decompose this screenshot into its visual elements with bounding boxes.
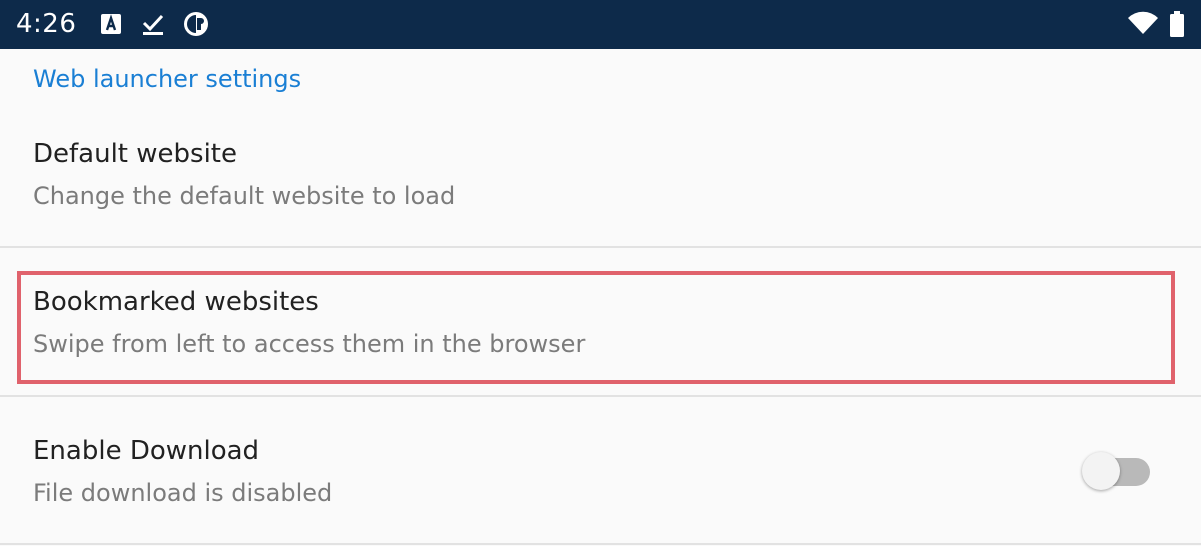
pref-bookmarked-websites[interactable]: Bookmarked websites Swipe from left to a… <box>0 271 1201 396</box>
pref-title: Enable Download <box>33 436 260 466</box>
status-bar: 4:26 <box>0 0 1201 49</box>
status-time: 4:26 <box>16 9 77 39</box>
switch-thumb <box>1082 452 1120 490</box>
enable-download-switch[interactable] <box>1082 450 1152 494</box>
divider <box>0 543 1201 545</box>
pref-summary: Change the default website to load <box>33 182 456 210</box>
pref-enable-download[interactable]: Enable Download File download is disable… <box>0 420 1201 544</box>
battery-icon <box>1170 11 1184 37</box>
pref-title: Bookmarked websites <box>33 287 319 317</box>
circle-app-icon <box>184 12 208 36</box>
section-header: Web launcher settings <box>33 65 302 93</box>
pref-title: Default website <box>33 139 237 169</box>
pref-summary: File download is disabled <box>33 479 333 507</box>
download-check-icon <box>142 14 164 35</box>
wifi-icon <box>1128 11 1158 35</box>
divider <box>0 246 1201 248</box>
pref-default-website[interactable]: Default website Change the default websi… <box>0 123 1201 247</box>
notification-a-icon <box>101 14 121 34</box>
divider <box>0 395 1201 397</box>
settings-list: Web launcher settings Default website Ch… <box>0 49 1201 546</box>
pref-summary: Swipe from left to access them in the br… <box>33 330 586 358</box>
